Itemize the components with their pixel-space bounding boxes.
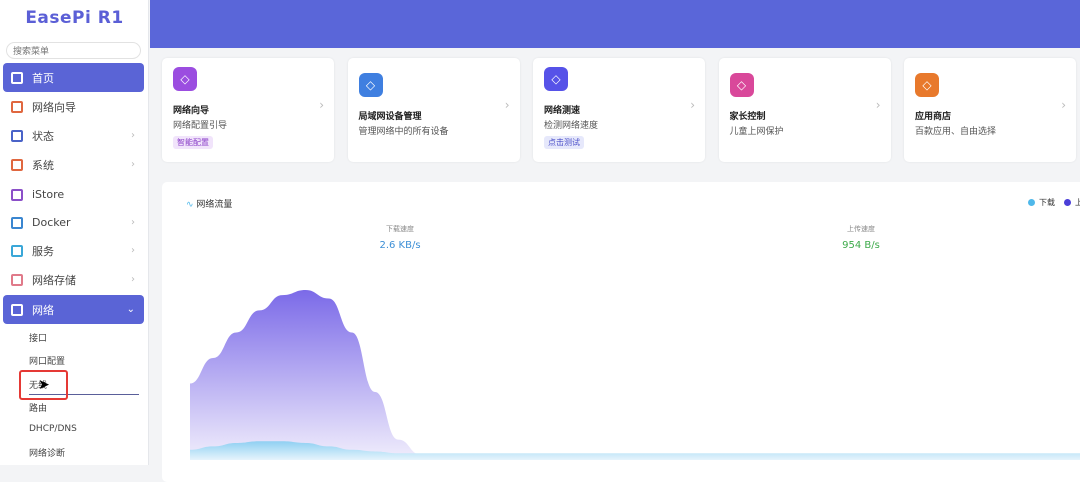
submenu-item[interactable]: 路由 — [29, 401, 47, 414]
sitemap-icon: ◇ — [358, 73, 383, 97]
sidebar-item-label: 网络向导 — [32, 100, 76, 114]
sidebar-item-1[interactable]: 网络向导 — [3, 92, 144, 121]
submenu-item[interactable]: 网口配置 — [29, 354, 65, 367]
sidebar-item-label: 网络 — [32, 303, 54, 317]
card-shopping-bag[interactable]: ◇ 应用商店 百款应用、自由选择 › — [904, 58, 1076, 162]
traffic-title: ∿ 网络流量 — [186, 200, 233, 210]
bag-icon — [11, 188, 23, 201]
card-tag[interactable]: 点击测试 — [544, 136, 584, 149]
sidebar-item-label: Docker — [32, 216, 71, 229]
card-tag[interactable]: 智能配置 — [173, 136, 213, 149]
card-navigation[interactable]: ◇ 网络向导 网络配置引导 › 智能配置 — [162, 58, 334, 162]
traffic-panel: ∿ 网络流量 下载 上传 下载速度2.6 KB/s 上传速度954 B/s — [162, 182, 1080, 482]
chevron-icon: › — [131, 217, 135, 228]
docker-icon — [11, 216, 23, 229]
sidebar-item-label: 服务 — [32, 244, 54, 258]
sidebar-item-label: 网络存储 — [32, 273, 76, 287]
sidebar-item-label: 系统 — [32, 158, 54, 172]
dashboard-icon — [11, 71, 23, 84]
download-speed: 下载速度 2.6 KB/s — [379, 225, 421, 251]
submenu-item[interactable]: DHCP/DNS — [29, 424, 77, 434]
legend-download[interactable]: 下载 — [1028, 197, 1055, 208]
chevron-icon: › — [131, 159, 135, 170]
sidebar-item-8[interactable]: 网络 ⌄ — [3, 295, 144, 324]
link-icon — [11, 244, 23, 257]
submenu-item[interactable]: 网络诊断 — [29, 446, 65, 459]
sidebar-item-5[interactable]: Docker › — [3, 208, 144, 237]
area-upload — [190, 290, 1080, 460]
traffic-chart — [190, 290, 1080, 460]
sidebar-item-6[interactable]: 服务 › — [3, 236, 144, 265]
chevron-icon: › — [131, 245, 135, 256]
chevron-icon: › — [131, 274, 135, 285]
network-icon — [11, 303, 23, 316]
sidebar-item-label: 首页 — [32, 71, 54, 85]
sidebar-item-0[interactable]: 首页 — [3, 63, 144, 92]
grid-icon — [11, 129, 23, 142]
chevron-icon: › — [131, 130, 135, 141]
chevron-right-icon: › — [690, 98, 695, 112]
upload-speed: 上传速度 954 B/s — [842, 225, 880, 251]
sidebar-item-label: iStore — [32, 188, 65, 201]
sidebar-item-7[interactable]: 网络存储 › — [3, 265, 144, 294]
logo: EasePi R1 — [25, 8, 124, 28]
database-icon — [11, 273, 23, 286]
sidebar-item-3[interactable]: 系统 › — [3, 150, 144, 179]
sidebar-item-label: 状态 — [32, 129, 54, 143]
chevron-icon: ⌄ — [126, 304, 135, 315]
sidebar-item-2[interactable]: 状态 › — [3, 121, 144, 150]
shopping-bag-icon: ◇ — [915, 73, 939, 97]
menu-search-input[interactable] — [6, 42, 141, 59]
baby-icon: ◇ — [729, 73, 754, 97]
pulse-icon: ∿ — [186, 200, 194, 210]
navigation-icon: ◇ — [173, 67, 197, 91]
card-sitemap[interactable]: ◇ 局域网设备管理 管理网络中的所有设备 › — [347, 58, 520, 162]
mouse-cursor-icon: ➤ — [38, 377, 50, 393]
top-header — [150, 0, 1080, 48]
card-speedometer[interactable]: ◇ 网络测速 检测网络速度 › 点击测试 — [533, 58, 705, 162]
gear-icon — [11, 158, 23, 171]
globe-icon — [11, 100, 23, 113]
legend-upload[interactable]: 上传 — [1064, 197, 1080, 208]
card-baby[interactable]: ◇ 家长控制 儿童上网保护 › — [718, 58, 891, 162]
sidebar-item-4[interactable]: iStore — [3, 180, 144, 209]
speedometer-icon: ◇ — [544, 67, 568, 91]
chevron-right-icon: › — [1061, 98, 1066, 112]
submenu-item[interactable]: 接口 — [29, 331, 47, 344]
chevron-right-icon: › — [875, 98, 881, 112]
chevron-right-icon: › — [504, 98, 510, 112]
chevron-right-icon: › — [319, 98, 324, 112]
sidebar: EasePi R1 首页网络向导状态›系统›iStoreDocker›服务›网络… — [0, 0, 149, 465]
